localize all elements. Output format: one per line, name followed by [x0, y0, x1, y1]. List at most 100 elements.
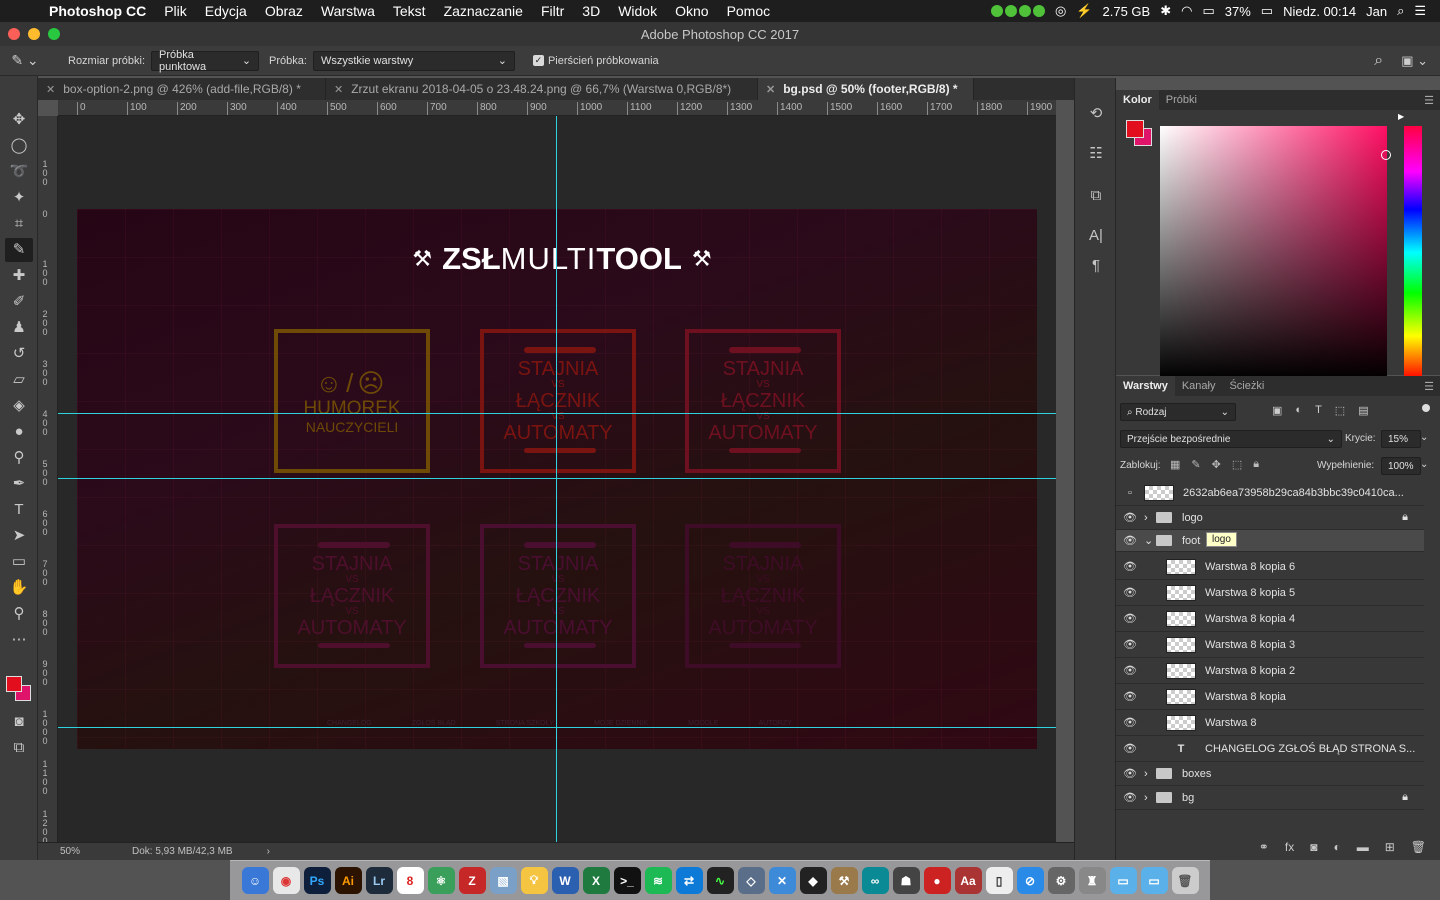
menu-zaznaczanie[interactable]: Zaznaczanie: [435, 3, 532, 19]
new-group-icon[interactable]: ▬: [1357, 840, 1369, 854]
search-icon[interactable]: ⌕: [1374, 52, 1383, 70]
color-field[interactable]: [1160, 126, 1387, 379]
spotify-icon[interactable]: ≋: [644, 867, 672, 894]
tips-icon[interactable]: 💡︎: [520, 867, 548, 894]
paint-bucket-icon[interactable]: ◈: [5, 394, 33, 418]
paragraph-panel-icon[interactable]: ¶: [1086, 256, 1106, 276]
layer-row[interactable]: 👁︎ Warstwa 8 kopia 6: [1116, 554, 1424, 580]
menu-obraz[interactable]: Obraz: [256, 3, 312, 19]
dictionary-icon[interactable]: Aa: [954, 867, 982, 894]
doc-size[interactable]: Dok: 5,93 MB/42,3 MB: [132, 846, 233, 857]
chevron-right-icon[interactable]: ›: [1144, 512, 1156, 524]
menu-tekst[interactable]: Tekst: [384, 3, 435, 19]
minimize-window-icon[interactable]: [28, 28, 40, 40]
pen-tool-icon[interactable]: ✒: [5, 472, 33, 496]
move-tool-icon[interactable]: ✥: [5, 108, 33, 132]
photoshop-icon[interactable]: Ps: [303, 867, 331, 894]
system-preferences-icon[interactable]: ⚙: [1047, 867, 1075, 894]
bluetooth-icon[interactable]: ✱: [1160, 3, 1171, 19]
close-tab-icon[interactable]: ✕: [766, 83, 775, 96]
wifi-icon[interactable]: ◠: [1181, 3, 1192, 19]
layer-group-bg[interactable]: 👁︎ › bg 🔒︎: [1116, 786, 1424, 810]
adjustment-filter-icon[interactable]: ◐: [1295, 404, 1302, 417]
blur-tool-icon[interactable]: ●: [5, 420, 33, 444]
eye-icon[interactable]: 👁︎: [1116, 511, 1144, 524]
blend-mode-select[interactable]: Przejście bezpośrednie ⌄: [1120, 430, 1342, 448]
menu-warstwa[interactable]: Warstwa: [312, 3, 384, 19]
shape-filter-icon[interactable]: ⬚: [1335, 404, 1345, 417]
layer-row[interactable]: 👁︎ Warstwa 8: [1116, 710, 1424, 736]
eyedropper-tool-icon[interactable]: ✎: [5, 238, 33, 262]
healing-brush-icon[interactable]: ✚: [5, 264, 33, 288]
chevron-right-icon[interactable]: ›: [267, 846, 270, 857]
layer-row[interactable]: 👁︎ Warstwa 8 kopia 3: [1116, 632, 1424, 658]
eye-icon[interactable]: 👁︎: [1116, 638, 1144, 651]
chrome-icon[interactable]: ◉: [272, 867, 300, 894]
lock-pixels-icon[interactable]: ✎: [1191, 458, 1200, 471]
downloads-folder-icon[interactable]: ▭: [1109, 867, 1137, 894]
terminal-icon[interactable]: >_: [613, 867, 641, 894]
horizontal-guide[interactable]: [58, 727, 1056, 728]
lock-artboard-icon[interactable]: ⬚: [1232, 458, 1242, 471]
finder-icon[interactable]: ☺: [241, 867, 269, 894]
clock[interactable]: Niedz. 00:14: [1283, 4, 1356, 19]
layer-row-text[interactable]: 👁︎ T CHANGELOG ZGŁOŚ BŁĄD STRONA S...: [1116, 736, 1424, 762]
eye-icon[interactable]: 👁︎: [1116, 742, 1144, 755]
fill-field[interactable]: 100%: [1381, 457, 1421, 475]
status-dots-icon[interactable]: [990, 5, 1045, 17]
new-layer-icon[interactable]: ⊞: [1385, 840, 1395, 854]
hammer-icon[interactable]: ⚒: [830, 867, 858, 894]
libraries-panel-icon[interactable]: ⧉: [1086, 186, 1106, 206]
type-filter-icon[interactable]: T: [1315, 404, 1322, 417]
artboard[interactable]: ⚒ ZSŁMULTITOOL ⚒ ☺/☹ HUMOREK NAUCZYCIELI…: [77, 209, 1037, 749]
close-tab-icon[interactable]: ✕: [334, 83, 343, 96]
horizontal-guide[interactable]: [58, 478, 1056, 479]
menu-pomoc[interactable]: Pomoc: [718, 3, 780, 19]
user-name[interactable]: Jan: [1366, 4, 1387, 19]
crop-tool-icon[interactable]: ⌗: [5, 212, 33, 236]
menu-edycja[interactable]: Edycja: [196, 3, 256, 19]
layer-row[interactable]: 👁︎ Warstwa 8 kopia: [1116, 684, 1424, 710]
layer-row[interactable]: 👁︎ Warstwa 8 kopia 5: [1116, 580, 1424, 606]
panel-menu-icon[interactable]: ☰: [1424, 380, 1440, 393]
opacity-field[interactable]: 15%: [1381, 430, 1421, 448]
history-brush-icon[interactable]: ↺: [5, 342, 33, 366]
lock-position-icon[interactable]: ✥: [1212, 458, 1221, 471]
tab-kanaly[interactable]: Kanały: [1175, 376, 1223, 396]
visibility-toggle-off[interactable]: ▫: [1116, 487, 1144, 499]
layer-row[interactable]: ▫ 2632ab6ea73958b29ca84b3bbc39c0410ca...: [1116, 480, 1424, 506]
bolt-icon[interactable]: ⚡: [1076, 3, 1092, 19]
more-tools-icon[interactable]: ⋯: [5, 628, 33, 652]
menu-widok[interactable]: Widok: [609, 3, 666, 19]
document-app-icon[interactable]: ▯: [985, 867, 1013, 894]
layer-row[interactable]: 👁︎ Warstwa 8 kopia 4: [1116, 606, 1424, 632]
eye-icon[interactable]: 👁︎: [1116, 586, 1144, 599]
menu-3d[interactable]: 3D: [573, 3, 609, 19]
tab-sciezki[interactable]: Ścieżki: [1222, 376, 1271, 396]
eye-icon[interactable]: 👁︎: [1116, 612, 1144, 625]
eraser-tool-icon[interactable]: ▱: [5, 368, 33, 392]
virtualbox-icon[interactable]: ◇: [737, 867, 765, 894]
tab-zrzut-ekranu[interactable]: ✕ Zrzut ekranu 2018-04-05 o 23.48.24.png…: [326, 78, 758, 100]
battery-percent[interactable]: 37%: [1225, 4, 1251, 19]
filter-toggle-icon[interactable]: [1422, 404, 1430, 412]
adjustment-layer-icon[interactable]: ◐: [1333, 840, 1340, 854]
path-selection-icon[interactable]: ➤: [5, 524, 33, 548]
menu-okno[interactable]: Okno: [666, 3, 717, 19]
brush-tool-icon[interactable]: ✐: [5, 290, 33, 314]
chevron-down-icon[interactable]: ⌄: [1144, 534, 1156, 547]
zoom-tool-icon[interactable]: ⚲: [5, 602, 33, 626]
smart-object-filter-icon[interactable]: ▤: [1358, 404, 1368, 417]
eye-icon[interactable]: 👁︎: [1116, 534, 1144, 547]
layer-row[interactable]: 👁︎ Warstwa 8 kopia 2: [1116, 658, 1424, 684]
layer-group-boxes[interactable]: 👁︎ › boxes: [1116, 762, 1424, 786]
link-layers-icon[interactable]: ⚭: [1259, 840, 1269, 854]
eye-icon[interactable]: 👁︎: [1116, 690, 1144, 703]
tab-bg-psd[interactable]: ✕ bg.psd @ 50% (footer,RGB/8) *: [758, 78, 974, 100]
word-icon[interactable]: W: [551, 867, 579, 894]
memory-indicator[interactable]: 2.75 GB: [1103, 4, 1151, 19]
rectangle-tool-icon[interactable]: ▭: [5, 550, 33, 574]
lightroom-icon[interactable]: Lr: [365, 867, 393, 894]
atom-icon[interactable]: ⚛: [427, 867, 455, 894]
tab-warstwy[interactable]: Warstwy: [1116, 376, 1175, 396]
